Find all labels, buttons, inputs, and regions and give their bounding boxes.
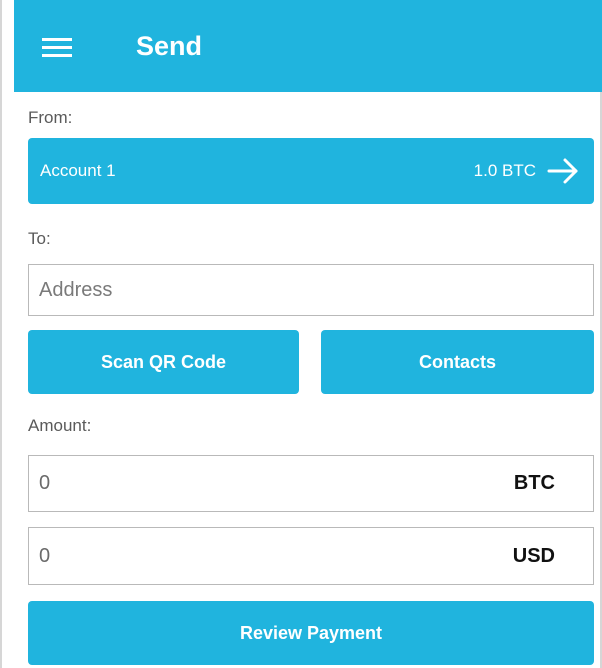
to-label: To: bbox=[28, 229, 51, 248]
amount-label: Amount: bbox=[28, 416, 92, 435]
send-screen: Send From: Account 1 1.0 BTC To: Scan QR… bbox=[0, 0, 602, 668]
hamburger-line bbox=[42, 38, 72, 41]
address-input[interactable] bbox=[29, 265, 593, 315]
from-label: From: bbox=[28, 108, 73, 127]
scan-qr-code-button[interactable]: Scan QR Code bbox=[28, 330, 299, 394]
review-payment-button[interactable]: Review Payment bbox=[28, 601, 594, 665]
app-bar: Send bbox=[14, 0, 602, 92]
account-selector[interactable]: Account 1 1.0 BTC bbox=[28, 138, 594, 204]
hamburger-line bbox=[42, 46, 72, 49]
page-title: Send bbox=[136, 30, 203, 61]
hamburger-line bbox=[42, 54, 72, 57]
btc-amount-input[interactable] bbox=[29, 456, 514, 511]
btc-currency-label: BTC bbox=[513, 472, 555, 494]
arrow-right-icon bbox=[547, 158, 578, 184]
usd-currency-label: USD bbox=[512, 544, 555, 567]
btc-amount-field-container: BTC bbox=[28, 455, 594, 512]
usd-amount-input[interactable] bbox=[29, 528, 513, 584]
address-field-container bbox=[28, 264, 594, 316]
account-name: Account 1 bbox=[40, 161, 116, 180]
contacts-button[interactable]: Contacts bbox=[321, 330, 594, 394]
account-balance: 1.0 BTC bbox=[473, 161, 536, 180]
usd-amount-field-container: USD bbox=[28, 527, 594, 585]
hamburger-menu-icon[interactable] bbox=[42, 35, 72, 57]
